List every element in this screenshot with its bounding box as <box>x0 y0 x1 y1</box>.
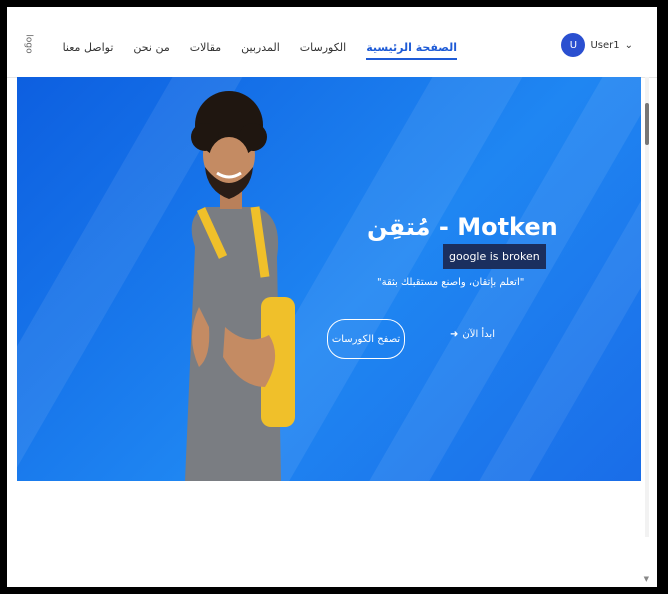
avatar[interactable]: U <box>561 33 586 57</box>
nav-link-articles[interactable]: مقالات <box>190 41 221 60</box>
tooltip: google is broken <box>443 244 546 269</box>
scrollbar-thumb[interactable] <box>645 103 649 145</box>
navbar: logo الصفحة الرئيسية الكورسات المدربين م… <box>7 7 657 78</box>
nav-link-contact[interactable]: تواصل معنا <box>63 41 114 60</box>
nav-link-home[interactable]: الصفحة الرئيسية <box>366 41 457 60</box>
nav-links: الصفحة الرئيسية الكورسات المدربين مقالات… <box>63 41 457 60</box>
user-name: User1 <box>590 39 620 51</box>
site-logo[interactable]: logo <box>24 34 34 53</box>
scroll-down-icon[interactable]: ▼ <box>644 575 649 583</box>
hero-banner: مُتقِن - Motken google is broken "اتعلم … <box>17 77 641 481</box>
nav-link-trainers[interactable]: المدربين <box>241 41 280 60</box>
nav-link-about[interactable]: من نحن <box>133 41 169 60</box>
start-label: ابدأ الآن <box>462 329 495 340</box>
scrollbar-track[interactable] <box>645 77 649 537</box>
nav-link-courses[interactable]: الكورسات <box>300 41 346 60</box>
start-now-button[interactable]: ابدأ الآن ➜ <box>450 329 495 340</box>
arrow-right-icon: ➜ <box>450 329 459 340</box>
hero-person-image <box>185 91 295 481</box>
top-notch <box>337 7 359 10</box>
browse-courses-button[interactable]: تصفح الكورسات <box>327 319 405 359</box>
hero-title: مُتقِن - Motken <box>367 213 558 241</box>
user-menu[interactable]: U User1 ⌄ <box>561 33 633 57</box>
browser-viewport: logo الصفحة الرئيسية الكورسات المدربين م… <box>7 7 657 587</box>
chevron-down-icon: ⌄ <box>624 39 633 51</box>
hero-tagline: "اتعلم بإتقان، واصنع مستقبلك بثقة" <box>377 277 525 288</box>
